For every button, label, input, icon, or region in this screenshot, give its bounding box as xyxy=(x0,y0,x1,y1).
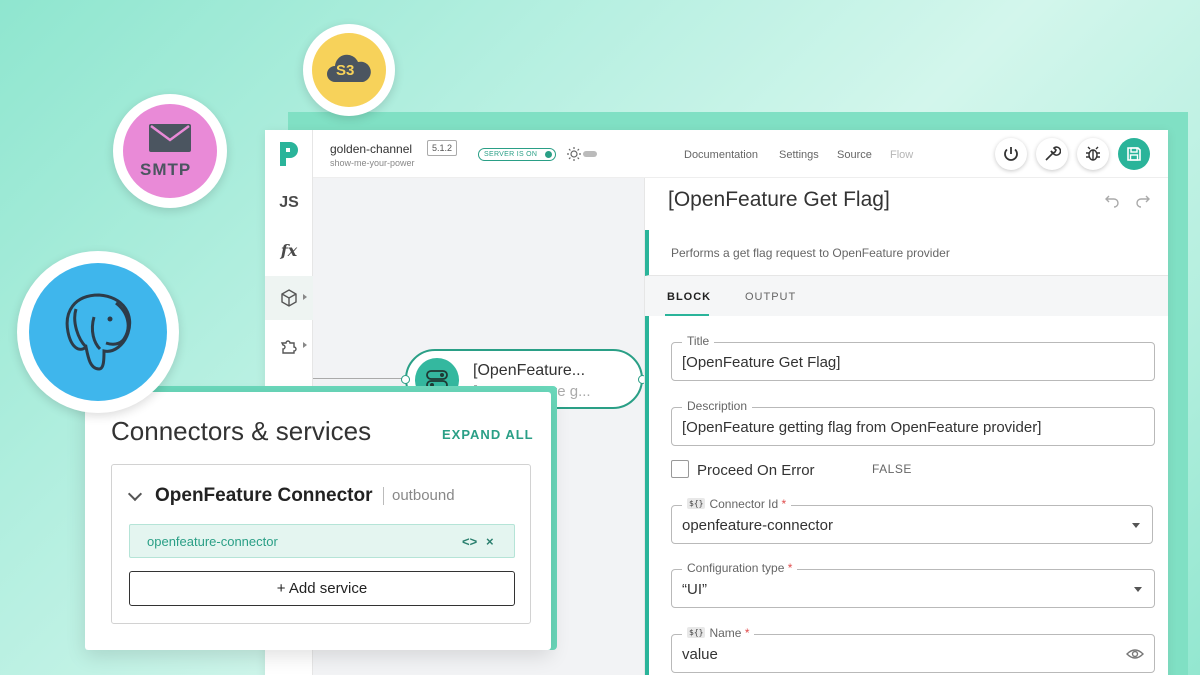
nav-flow[interactable]: Flow xyxy=(890,149,913,161)
title-label: Title xyxy=(682,334,715,348)
proceed-on-error-checkbox[interactable] xyxy=(671,460,689,478)
expand-arrow-icon xyxy=(303,294,307,300)
description-value: [OpenFeature getting flag from OpenFeatu… xyxy=(682,419,1042,436)
chevron-down-icon xyxy=(1134,587,1142,592)
theme-toggle[interactable] xyxy=(567,146,599,162)
connector-name[interactable]: OpenFeature Connector xyxy=(155,485,372,507)
block-description: Performs a get flag request to OpenFeatu… xyxy=(645,230,1168,276)
connector-id-label-text: Connector Id xyxy=(709,497,779,511)
s3-badge: S3 xyxy=(303,24,395,116)
connectors-title: Connectors & services xyxy=(111,416,372,446)
block-description-text: Performs a get flag request to OpenFeatu… xyxy=(671,246,950,260)
description-label: Description xyxy=(682,399,753,413)
name-label: ${} Name * xyxy=(682,626,755,640)
s3-label: S3 xyxy=(336,62,355,79)
connector-direction: outbound xyxy=(383,487,455,505)
cube-icon xyxy=(281,289,297,307)
postgres-badge xyxy=(17,251,179,413)
undo-icon[interactable] xyxy=(1104,192,1120,208)
nav-source[interactable]: Source xyxy=(837,149,872,161)
description-field[interactable]: Description [OpenFeature getting flag fr… xyxy=(671,399,1155,446)
title-field[interactable]: Title [OpenFeature Get Flag] xyxy=(671,334,1155,381)
panel-accent-bar xyxy=(645,316,649,675)
name-label-text: Name xyxy=(709,626,742,640)
rail-item-plugins[interactable] xyxy=(265,324,313,368)
configuration-type-select[interactable]: Configuration type * “UI” xyxy=(671,561,1155,608)
connector-id-value: openfeature-connector xyxy=(682,517,833,534)
node-input-port[interactable] xyxy=(401,375,410,384)
wrench-icon xyxy=(1045,146,1061,161)
save-button[interactable] xyxy=(1118,138,1150,170)
name-field[interactable]: ${} Name * value xyxy=(671,626,1155,673)
required-mark: * xyxy=(781,497,787,511)
name-value: value xyxy=(682,646,718,663)
app-header: golden-channel show-me-your-power 5.1.2 … xyxy=(313,130,1168,178)
close-icon[interactable]: × xyxy=(486,534,494,549)
flow-connection-line xyxy=(313,378,407,379)
bug-icon xyxy=(1086,146,1100,161)
server-status-label: SERVER IS ON xyxy=(484,151,538,158)
expand-all-button[interactable]: EXPAND ALL xyxy=(442,427,534,442)
node-title: [OpenFeature... xyxy=(473,362,586,379)
mail-icon xyxy=(149,124,191,152)
tools-button[interactable] xyxy=(1036,138,1068,170)
power-icon xyxy=(1004,147,1018,161)
configuration-type-label: Configuration type * xyxy=(682,561,798,575)
debug-button[interactable] xyxy=(1077,138,1109,170)
tab-block[interactable]: BLOCK xyxy=(667,291,711,303)
panel-title: [OpenFeature Get Flag] xyxy=(668,188,890,211)
template-icon: ${} xyxy=(687,498,706,509)
configuration-type-value: “UI” xyxy=(682,581,707,598)
puzzle-icon xyxy=(280,340,297,354)
smtp-badge: SMTP xyxy=(113,94,227,208)
properties-panel: [OpenFeature Get Flag] Performs a get fl… xyxy=(644,178,1168,675)
service-chip-label: openfeature-connector xyxy=(147,534,278,549)
configuration-type-label-text: Configuration type xyxy=(687,561,785,575)
version-badge: 5.1.2 xyxy=(427,140,458,156)
channel-subtitle: show-me-your-power xyxy=(330,158,415,168)
tab-output[interactable]: OUTPUT xyxy=(745,291,796,303)
template-icon: ${} xyxy=(687,627,706,638)
chevron-down-icon[interactable] xyxy=(127,486,143,502)
save-icon xyxy=(1127,147,1141,161)
proceed-on-error-value: FALSE xyxy=(872,462,912,476)
connectors-card: Connectors & services EXPAND ALL OpenFea… xyxy=(85,392,551,650)
smtp-label: SMTP xyxy=(140,160,192,179)
active-tab-indicator xyxy=(665,314,709,316)
redo-icon[interactable] xyxy=(1135,192,1151,208)
eye-icon[interactable] xyxy=(1126,646,1144,662)
proceed-on-error-label: Proceed On Error xyxy=(697,462,815,479)
server-toggle[interactable]: SERVER IS ON xyxy=(478,148,557,161)
nav-settings[interactable]: Settings xyxy=(779,149,819,161)
toggle-knob xyxy=(545,151,553,158)
code-icon[interactable]: <> xyxy=(462,534,477,549)
postgres-elephant-icon xyxy=(65,293,132,371)
nav-documentation[interactable]: Documentation xyxy=(684,149,758,161)
power-button[interactable] xyxy=(995,138,1027,170)
channel-name: golden-channel xyxy=(330,142,413,156)
required-mark: * xyxy=(787,561,793,575)
chevron-down-icon xyxy=(1132,523,1140,528)
expand-arrow-icon xyxy=(303,342,307,348)
rail-item-js[interactable]: JS xyxy=(265,181,313,225)
app-logo-icon xyxy=(280,142,298,166)
rail-item-blocks[interactable] xyxy=(265,276,313,320)
panel-tabs: BLOCK OUTPUT xyxy=(645,276,1168,316)
connector-group: OpenFeature Connector outbound openfeatu… xyxy=(111,464,531,624)
add-service-button[interactable]: + Add service xyxy=(129,571,515,606)
title-value: [OpenFeature Get Flag] xyxy=(682,354,841,371)
required-mark: * xyxy=(744,626,750,640)
connector-id-label: ${} Connector Id * xyxy=(682,497,792,511)
rail-item-functions[interactable]: fx xyxy=(265,228,313,272)
connector-id-select[interactable]: ${} Connector Id * openfeature-connector xyxy=(671,497,1153,544)
service-chip[interactable]: openfeature-connector <> × xyxy=(129,524,515,558)
